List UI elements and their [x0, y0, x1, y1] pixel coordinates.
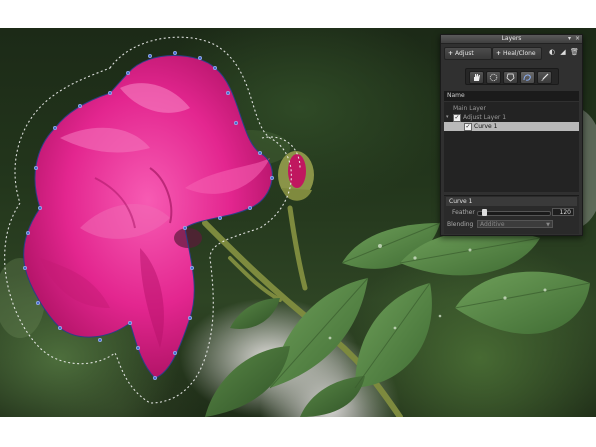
feather-slider[interactable]	[477, 209, 551, 216]
layer-mask-icon[interactable]: ◐	[548, 48, 556, 57]
layer-list[interactable]: Main Layer ▾ ✓ Adjust Layer 1 ✓ Curve 1	[444, 102, 579, 192]
freehand-curve-button[interactable]	[520, 71, 535, 84]
feather-label: Feather	[452, 209, 475, 216]
blending-value: Additive	[480, 221, 505, 228]
curve-icon	[523, 74, 531, 81]
hand-tool-button[interactable]	[469, 71, 484, 84]
layers-panel: Layers ▾ × + Adjust + Heal/Clone ◐ ◢ 🗑 Nam…	[440, 34, 583, 236]
close-icon[interactable]: ×	[574, 35, 581, 43]
properties-section-title: Curve 1	[446, 197, 577, 206]
rose-leaves	[205, 222, 591, 417]
pin-icon[interactable]: ▾	[566, 35, 573, 43]
visibility-checkbox[interactable]: ✓	[453, 114, 461, 122]
trash-icon[interactable]: 🗑	[570, 48, 579, 57]
adjust-label: Adjust	[455, 50, 474, 57]
polygon-select-icon	[506, 73, 515, 82]
curve-properties: Curve 1 Feather 120 Blending Additive ▼	[444, 195, 579, 234]
feather-value-field[interactable]: 120	[552, 208, 574, 216]
layer-name: Curve 1	[474, 123, 498, 130]
selection-tools	[465, 68, 559, 85]
heal-clone-label: Heal/Clone	[503, 50, 536, 57]
circle-select-button[interactable]	[486, 71, 501, 84]
feather-slider-knob[interactable]	[482, 209, 487, 216]
blending-label: Blending	[447, 221, 474, 228]
rose-bud	[278, 151, 314, 201]
new-layer-icon[interactable]: ◢	[559, 48, 567, 57]
visibility-checkbox[interactable]: ✓	[464, 123, 472, 131]
brush-tool-button[interactable]	[537, 71, 552, 84]
expand-arrow-icon[interactable]: ▾	[446, 113, 449, 122]
brush-icon	[541, 73, 549, 81]
panel-title: Layers	[501, 35, 522, 42]
layer-row-main[interactable]: Main Layer	[444, 104, 579, 113]
layer-list-header: Name	[444, 91, 579, 101]
plus-icon: +	[496, 50, 502, 57]
chevron-down-icon: ▼	[546, 222, 550, 228]
hand-icon	[474, 74, 480, 81]
blending-select[interactable]: Additive ▼	[477, 220, 553, 228]
panel-toolbar: + Adjust + Heal/Clone ◐ ◢ 🗑	[441, 44, 582, 60]
layer-name: Adjust Layer 1	[463, 114, 507, 121]
layer-row-adjust[interactable]: ▾ ✓ Adjust Layer 1	[444, 113, 579, 122]
adjust-button[interactable]: + Adjust	[444, 47, 492, 60]
panel-titlebar[interactable]: Layers ▾ ×	[441, 35, 582, 44]
heal-clone-button[interactable]: + Heal/Clone	[492, 47, 542, 60]
circle-select-icon	[489, 73, 498, 82]
plus-icon: +	[448, 50, 454, 57]
layer-name: Main Layer	[453, 105, 486, 112]
layer-row-curve[interactable]: ✓ Curve 1	[444, 122, 579, 131]
polygon-select-button[interactable]	[503, 71, 518, 84]
